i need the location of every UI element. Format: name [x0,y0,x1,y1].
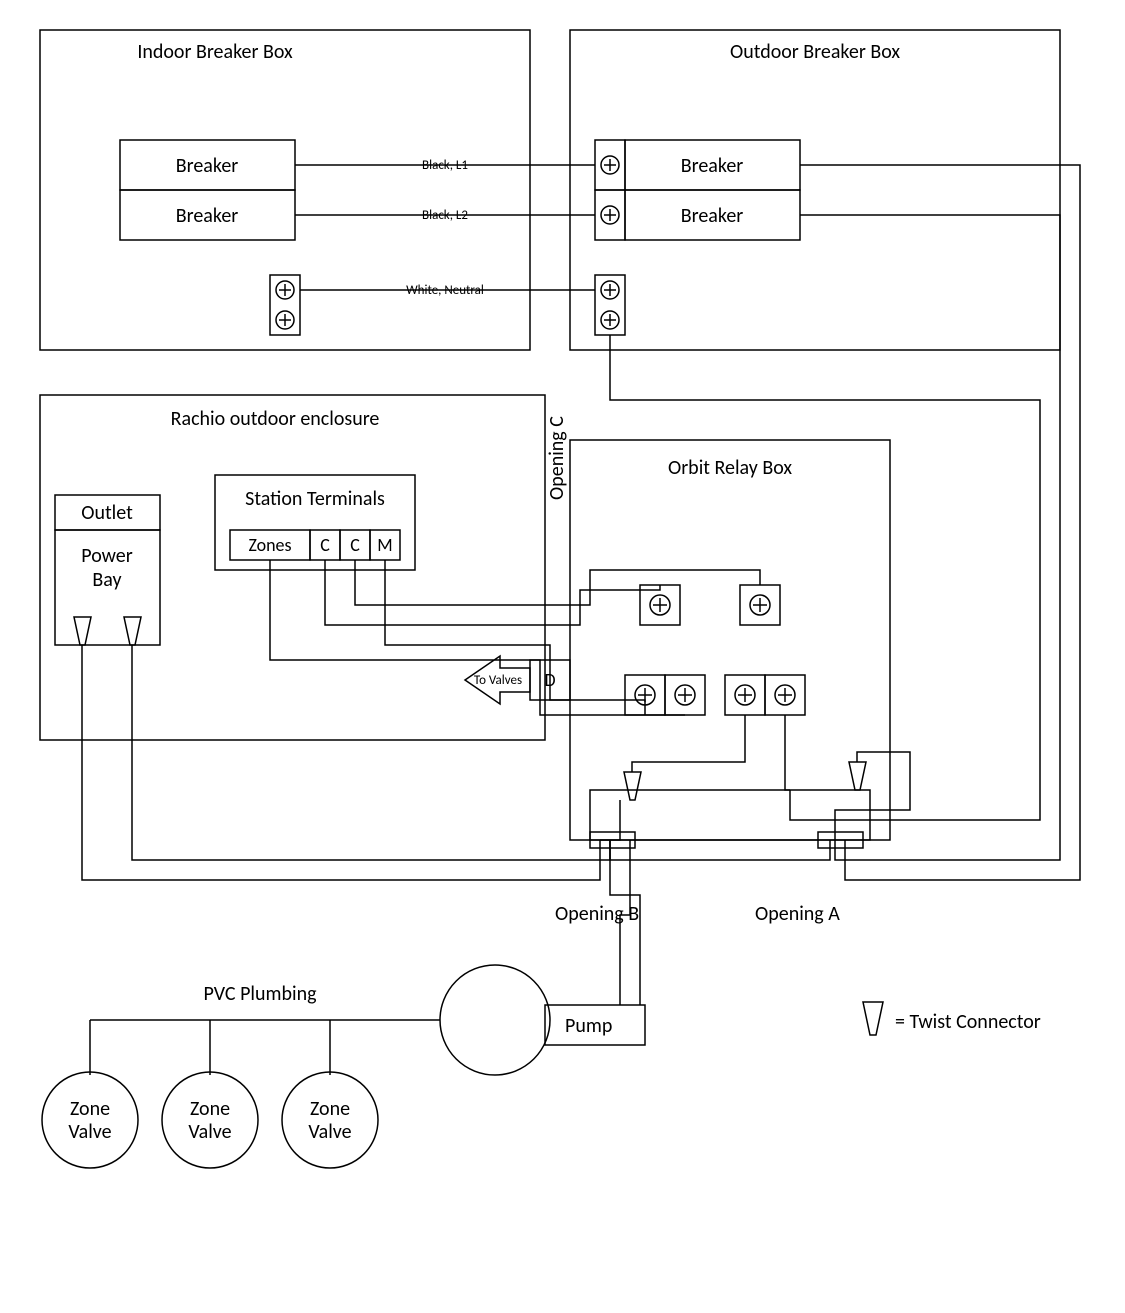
orbit-lower-terminals [625,675,805,715]
pvc-label: PVC Plumbing [203,982,317,1006]
indoor-breaker-2-label: Breaker [176,204,239,228]
power-bay-l1: Power [81,544,132,568]
rachio-enclosure: Rachio outdoor enclosure Outlet Power Ba… [40,395,570,740]
twist-connector-icon [863,1002,883,1035]
to-valves-label: To Valves [474,673,522,688]
pump-label: Pump [565,1014,612,1038]
zone-valves: Zone Valve Zone Valve Zone Valve [42,1072,378,1168]
wire-l1-label: Black, L1 [422,158,468,173]
opening-b-label: Opening B [555,902,639,926]
breaker-interconnect-wires: Black, L1 Black, L2 White, Neutral [295,158,595,298]
twist-connector-icon [849,762,866,790]
indoor-breaker-box: Indoor Breaker Box Breaker Breaker [40,30,530,350]
twist-connector-icon [624,772,641,800]
pump: Pump [440,965,645,1075]
pvc-plumbing: PVC Plumbing [90,982,440,1075]
svg-text:Valve: Valve [308,1120,351,1144]
svg-text:Zone: Zone [70,1097,110,1121]
power-bay-wires [82,645,610,880]
svg-text:Zone: Zone [190,1097,230,1121]
outlet-label: Outlet [81,501,133,525]
terminal-c1-label: C [320,534,330,556]
indoor-neutral-terminal [270,275,300,335]
outdoor-to-orbit-wires [610,165,1080,880]
opening-a-label: Opening A [755,902,840,926]
zones-label: Zones [248,534,291,556]
terminal-c2-label: C [350,534,360,556]
svg-text:Valve: Valve [188,1120,231,1144]
to-valves-arrow: D To Valves [465,656,570,704]
indoor-breaker-title: Indoor Breaker Box [137,40,293,64]
outdoor-neutral-terminal [595,275,625,335]
orbit-relay-title: Orbit Relay Box [668,456,792,480]
svg-text:Zone: Zone [310,1097,350,1121]
twist-connector-icon [74,617,91,645]
outdoor-breaker-1-label: Breaker [681,154,744,178]
station-terminals-label: Station Terminals [245,487,385,511]
indoor-breaker-1-label: Breaker [176,154,239,178]
wire-neutral-label: White, Neutral [406,283,484,298]
power-bay-l2: Bay [92,568,121,592]
outdoor-breaker-2-label: Breaker [681,204,744,228]
wire-l2-label: Black, L2 [422,208,468,223]
outdoor-breaker-title: Outdoor Breaker Box [730,40,900,64]
orbit-relay-box: Orbit Relay Box [570,440,890,840]
twist-connector-icon [124,617,141,645]
outdoor-breaker-box: Outdoor Breaker Box Breaker Breaker [570,30,1060,350]
opening-c-label: Opening C [545,416,569,500]
legend: = Twist Connector [863,1002,1041,1035]
rachio-title: Rachio outdoor enclosure [171,407,380,431]
svg-text:Valve: Valve [68,1120,111,1144]
legend-label: = Twist Connector [895,1010,1041,1034]
terminal-m-label: M [377,534,392,556]
